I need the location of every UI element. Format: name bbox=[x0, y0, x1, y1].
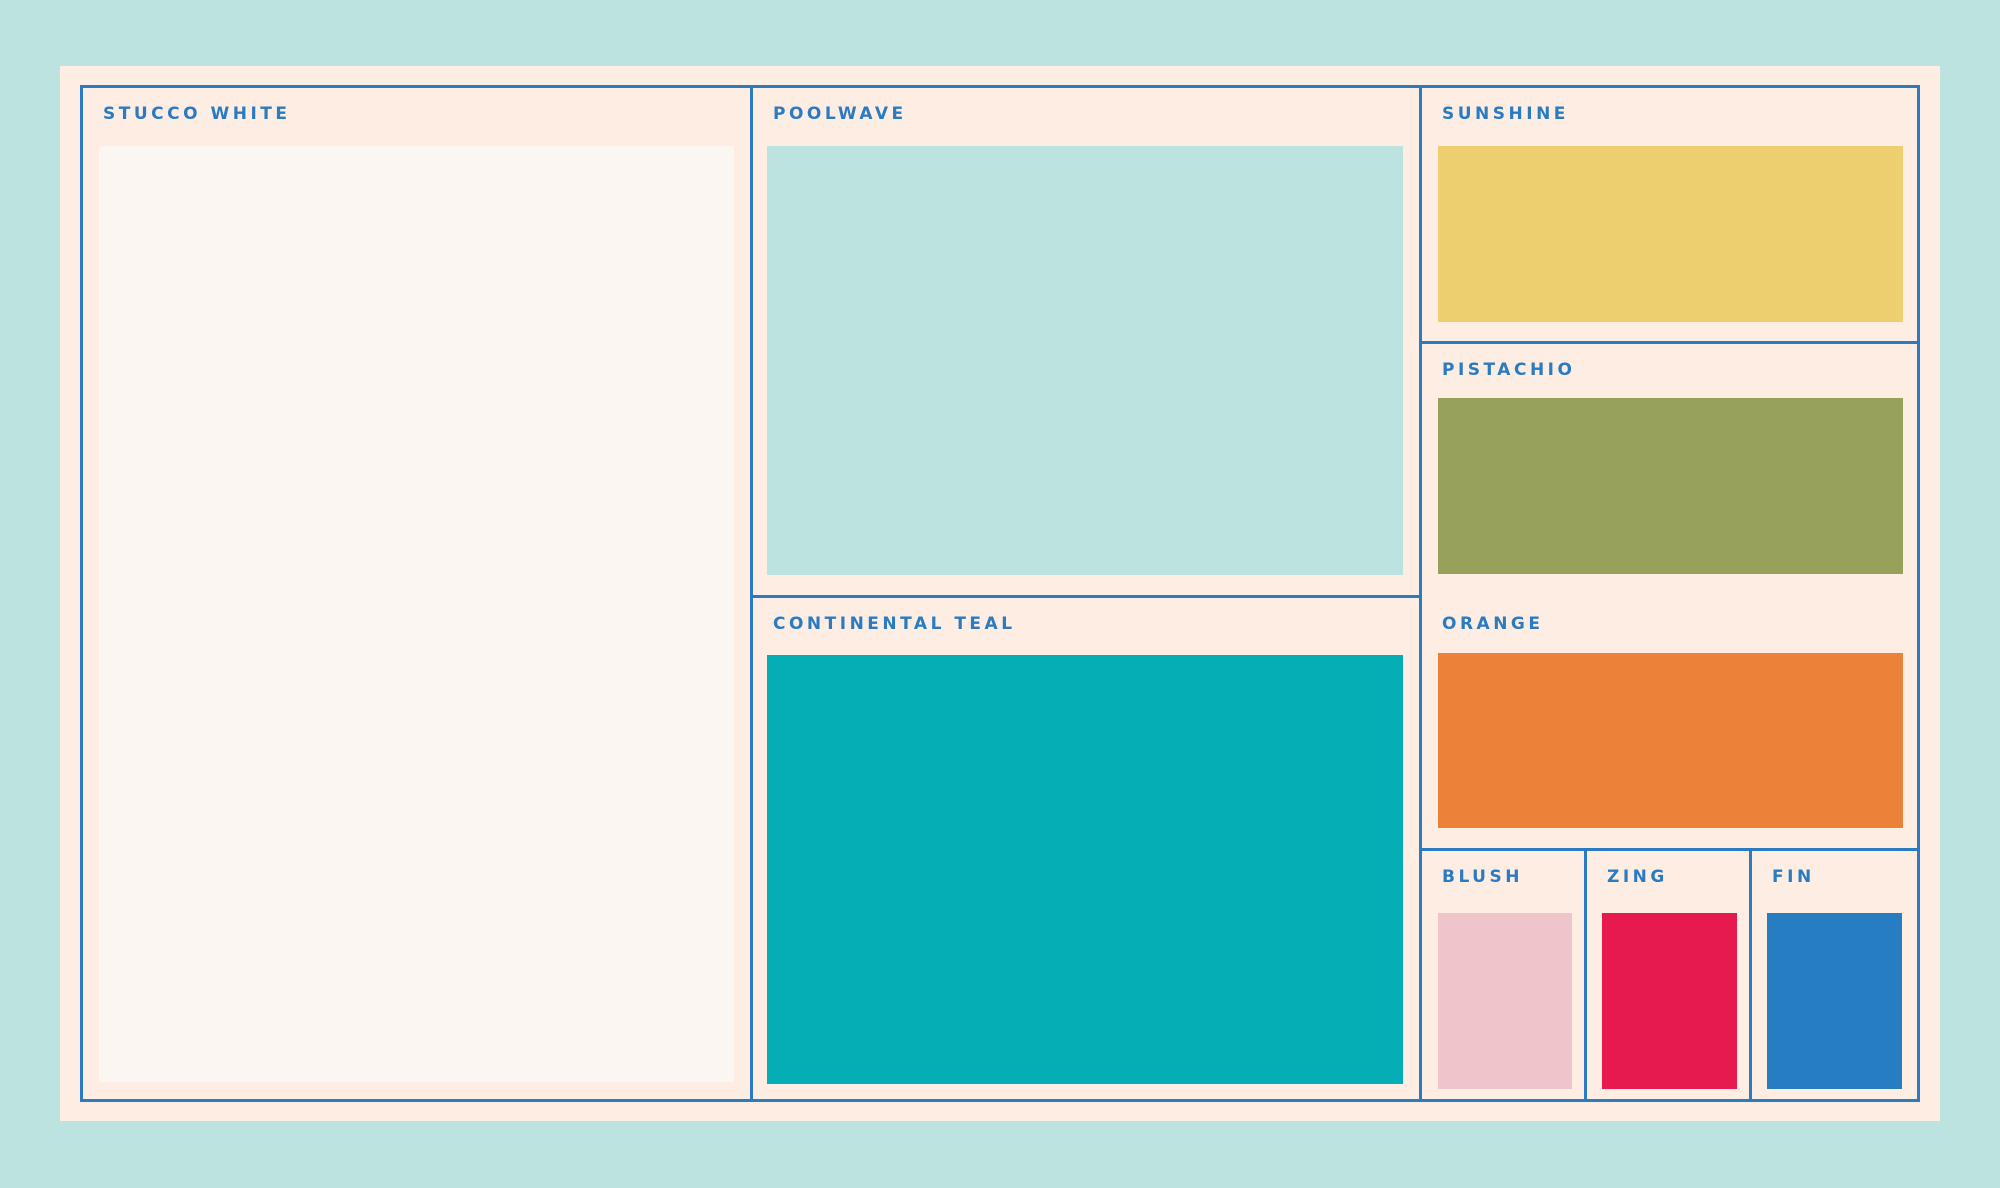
swatch-card-sunshine: SUNSHINE bbox=[1422, 88, 1917, 341]
swatch-zing bbox=[1602, 913, 1737, 1089]
swatch-card-orange: ORANGE bbox=[1422, 598, 1917, 848]
swatch-card-blush: BLUSH bbox=[1422, 851, 1584, 1099]
swatch-label-sunshine: SUNSHINE bbox=[1442, 104, 1569, 124]
swatch-pistachio bbox=[1438, 398, 1903, 574]
swatch-card-zing: ZING bbox=[1587, 851, 1749, 1099]
swatch-card-poolwave: POOLWAVE bbox=[753, 88, 1419, 595]
swatch-label-stucco-white: STUCCO WHITE bbox=[103, 104, 291, 124]
swatch-fin bbox=[1767, 913, 1902, 1089]
swatch-label-pistachio: PISTACHIO bbox=[1442, 360, 1576, 380]
swatch-continental-teal bbox=[767, 655, 1403, 1084]
swatch-label-fin: FIN bbox=[1772, 867, 1815, 887]
swatch-grid: STUCCO WHITE POOLWAVE CONTINENTAL TEAL S… bbox=[80, 85, 1920, 1102]
swatch-label-poolwave: POOLWAVE bbox=[773, 104, 907, 124]
swatch-label-blush: BLUSH bbox=[1442, 867, 1523, 887]
swatch-blush bbox=[1438, 913, 1572, 1089]
swatch-stucco-white bbox=[99, 146, 734, 1082]
swatch-card-stucco-white: STUCCO WHITE bbox=[83, 88, 750, 1099]
swatch-label-orange: ORANGE bbox=[1442, 614, 1544, 634]
swatch-card-pistachio: PISTACHIO bbox=[1422, 344, 1917, 595]
swatch-orange bbox=[1438, 653, 1903, 828]
swatch-label-zing: ZING bbox=[1607, 867, 1668, 887]
swatch-card-fin: FIN bbox=[1752, 851, 1917, 1099]
swatch-card-continental-teal: CONTINENTAL TEAL bbox=[753, 598, 1419, 1099]
swatch-label-continental-teal: CONTINENTAL TEAL bbox=[773, 614, 1016, 634]
swatch-sunshine bbox=[1438, 146, 1903, 322]
swatch-poolwave bbox=[767, 146, 1403, 575]
